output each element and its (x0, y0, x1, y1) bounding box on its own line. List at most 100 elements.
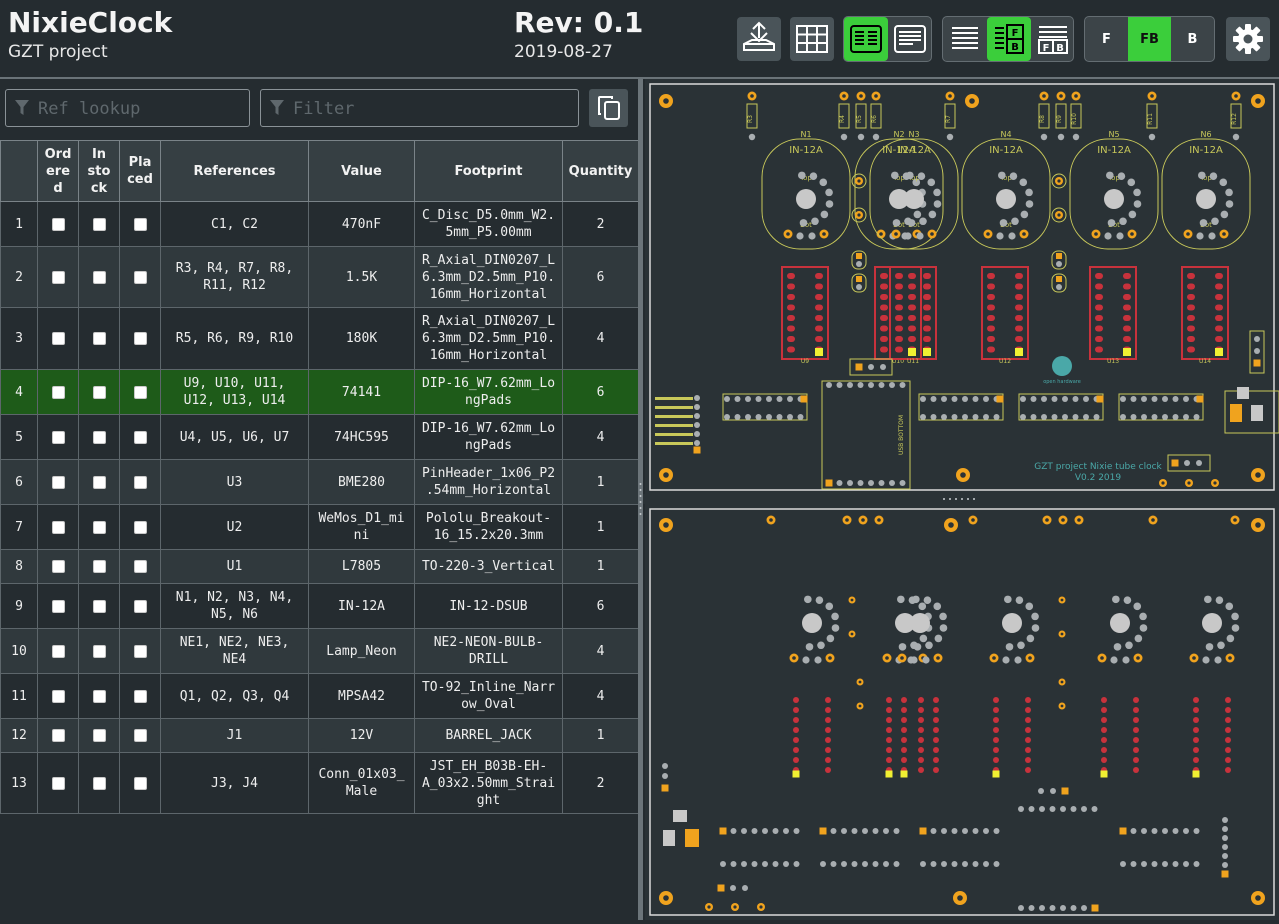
driver-pad (895, 304, 903, 311)
in-stock-checkbox[interactable] (92, 520, 106, 534)
bom-row[interactable]: 8 U1 L7805 TO-220-3_Vertical 1 (0, 549, 639, 584)
in-stock-checkbox[interactable] (92, 599, 106, 613)
pcb-pad-hole (786, 232, 790, 236)
fb-split-button[interactable]: F B (987, 17, 1031, 61)
header-footprint[interactable]: Footprint (414, 140, 563, 202)
pcb-via (748, 133, 756, 141)
placed-checkbox[interactable] (133, 560, 147, 573)
pcb-via (1196, 232, 1204, 240)
bom-row[interactable]: 11 Q1, Q2, Q3, Q4 MPSA42 TO-92_Inline_Narr o… (0, 673, 639, 719)
driver-outline (1089, 266, 1137, 360)
in-stock-checkbox[interactable] (92, 217, 106, 231)
refs-line: J3, J4 (211, 775, 258, 791)
pcb-via (694, 404, 700, 410)
bom-row[interactable]: 7 U2 WeMos_D1_mi ni Pololu_Breakout- 16_15.2x… (0, 504, 639, 550)
tube-center-pad (1002, 613, 1022, 633)
in-stock-checkbox[interactable] (92, 644, 106, 658)
ordered-checkbox[interactable] (51, 599, 65, 613)
ordered-checkbox[interactable] (51, 217, 65, 231)
pcb-via (1107, 219, 1116, 227)
header-quantity[interactable]: Quantity (562, 140, 639, 202)
pcb-pad-hole (1059, 94, 1063, 98)
in-stock-checkbox[interactable] (92, 270, 106, 284)
front-pcb-canvas[interactable]: IN-12AN1TopBotU9IN-12AN2TopBotU10IN-12AN… (645, 79, 1279, 494)
ordered-checkbox[interactable] (51, 385, 65, 399)
header-references[interactable]: References (160, 140, 309, 202)
pcb-via (802, 656, 810, 664)
placed-checkbox[interactable] (133, 599, 147, 613)
in-stock-checkbox[interactable] (92, 430, 106, 444)
header-placed[interactable]: Pla ced (119, 140, 161, 202)
placed-checkbox[interactable] (133, 430, 147, 444)
settings-button[interactable] (1226, 17, 1270, 61)
bom-only-button[interactable] (943, 17, 987, 61)
in-stock-checkbox[interactable] (92, 729, 106, 742)
bom-row[interactable]: 6 U3 BME280 PinHeader_1x06_P2 .54mm_Horizont… (0, 459, 639, 505)
placed-checkbox[interactable] (133, 385, 147, 399)
footprint-line: IN-12-DSUB (449, 598, 528, 614)
header-value[interactable]: Value (308, 140, 415, 202)
placed-checkbox[interactable] (133, 776, 147, 790)
bom-row[interactable]: 9 N1, N2, N3, N4, N5, N6 IN-12A IN-12-DSUB 6 (0, 583, 639, 629)
upload-button[interactable] (737, 17, 781, 61)
ordered-checkbox[interactable] (51, 776, 65, 790)
ordered-checkbox[interactable] (51, 332, 65, 345)
layer-back-button[interactable]: B (1171, 17, 1214, 61)
ref-lookup-input[interactable] (36, 90, 247, 128)
value-line: Conn_01x03_ (318, 767, 405, 782)
in-stock-checkbox[interactable] (92, 776, 106, 790)
pcb-via (1049, 806, 1056, 812)
placed-checkbox[interactable] (133, 332, 147, 345)
ordered-checkbox[interactable] (51, 520, 65, 534)
copy-button[interactable] (589, 89, 628, 127)
placed-checkbox[interactable] (133, 729, 147, 742)
back-pcb-canvas[interactable] (645, 504, 1279, 920)
ordered-checkbox[interactable] (51, 430, 65, 444)
layer-front-button[interactable]: F (1085, 17, 1128, 61)
footprint-cell: Pololu_Breakout- 16_15.2x20.3mm (414, 504, 563, 550)
in-stock-checkbox[interactable] (92, 385, 106, 399)
ordered-checkbox[interactable] (51, 729, 65, 742)
ordered-checkbox[interactable] (51, 560, 65, 573)
horizontal-splitter[interactable] (643, 494, 1279, 504)
placed-checkbox[interactable] (133, 689, 147, 703)
filter-icon (270, 100, 284, 115)
fb-row-button[interactable]: F B (1031, 17, 1075, 61)
header-in-stock[interactable]: In sto ck (78, 140, 120, 202)
bom-row[interactable]: 13 J3, J4 Conn_01x03_ Male JST_EH_B03B-EH- A_… (0, 752, 639, 814)
pcb-pad-hole (874, 94, 878, 98)
placed-checkbox[interactable] (133, 644, 147, 658)
pcb-via (662, 773, 668, 779)
in-stock-checkbox[interactable] (92, 332, 106, 345)
ordered-checkbox[interactable] (51, 475, 65, 489)
bom-row[interactable]: 12 J1 12V BARREL_JACK 1 (0, 718, 639, 753)
bom-left-right-button[interactable] (844, 17, 888, 61)
in-stock-checkbox[interactable] (92, 475, 106, 489)
placed-checkbox[interactable] (133, 475, 147, 489)
pcb-via (1204, 595, 1212, 604)
filter-input[interactable] (291, 90, 576, 128)
in-stock-checkbox[interactable] (92, 689, 106, 703)
ordered-checkbox[interactable] (51, 689, 65, 703)
bom-row[interactable]: 4 U9, U10, U11, U12, U13, U14 74141 DIP-16_W… (0, 369, 639, 415)
pcb-pad-hole (1042, 94, 1046, 98)
ordered-checkbox[interactable] (51, 644, 65, 658)
ordered-checkbox[interactable] (51, 270, 65, 284)
pcb-via (1018, 905, 1024, 911)
grid-toggle-button[interactable] (790, 17, 834, 61)
in-stock-checkbox[interactable] (92, 560, 106, 573)
placed-checkbox[interactable] (133, 217, 147, 231)
bom-row[interactable]: 2 R3, R4, R7, R8, R11, R12 1.5K R_Axial_DIN0… (0, 246, 639, 308)
bom-row[interactable]: 3 R5, R6, R9, R10 180K R_Axial_DIN0207_L 6.3… (0, 307, 639, 370)
placed-checkbox[interactable] (133, 520, 147, 534)
bom-row[interactable]: 1 C1, C2 470nF C_Disc_D5.0mm_W2. 5mm_P5.00mm… (0, 201, 639, 247)
bom-top-bottom-button[interactable] (888, 17, 932, 61)
pcb-via (1139, 612, 1147, 621)
ordered-cell (37, 504, 79, 550)
bom-row[interactable]: 5 U4, U5, U6, U7 74HC595 DIP-16_W7.62mm_Lo n… (0, 414, 639, 460)
footprint-line: ngPads (465, 393, 512, 408)
layer-both-button[interactable]: FB (1128, 17, 1171, 61)
placed-checkbox[interactable] (133, 270, 147, 284)
bom-row[interactable]: 10 NE1, NE2, NE3, NE4 Lamp_Neon NE2-NEON-BUL… (0, 628, 639, 674)
header-ordered[interactable]: Ord ere d (37, 140, 79, 202)
